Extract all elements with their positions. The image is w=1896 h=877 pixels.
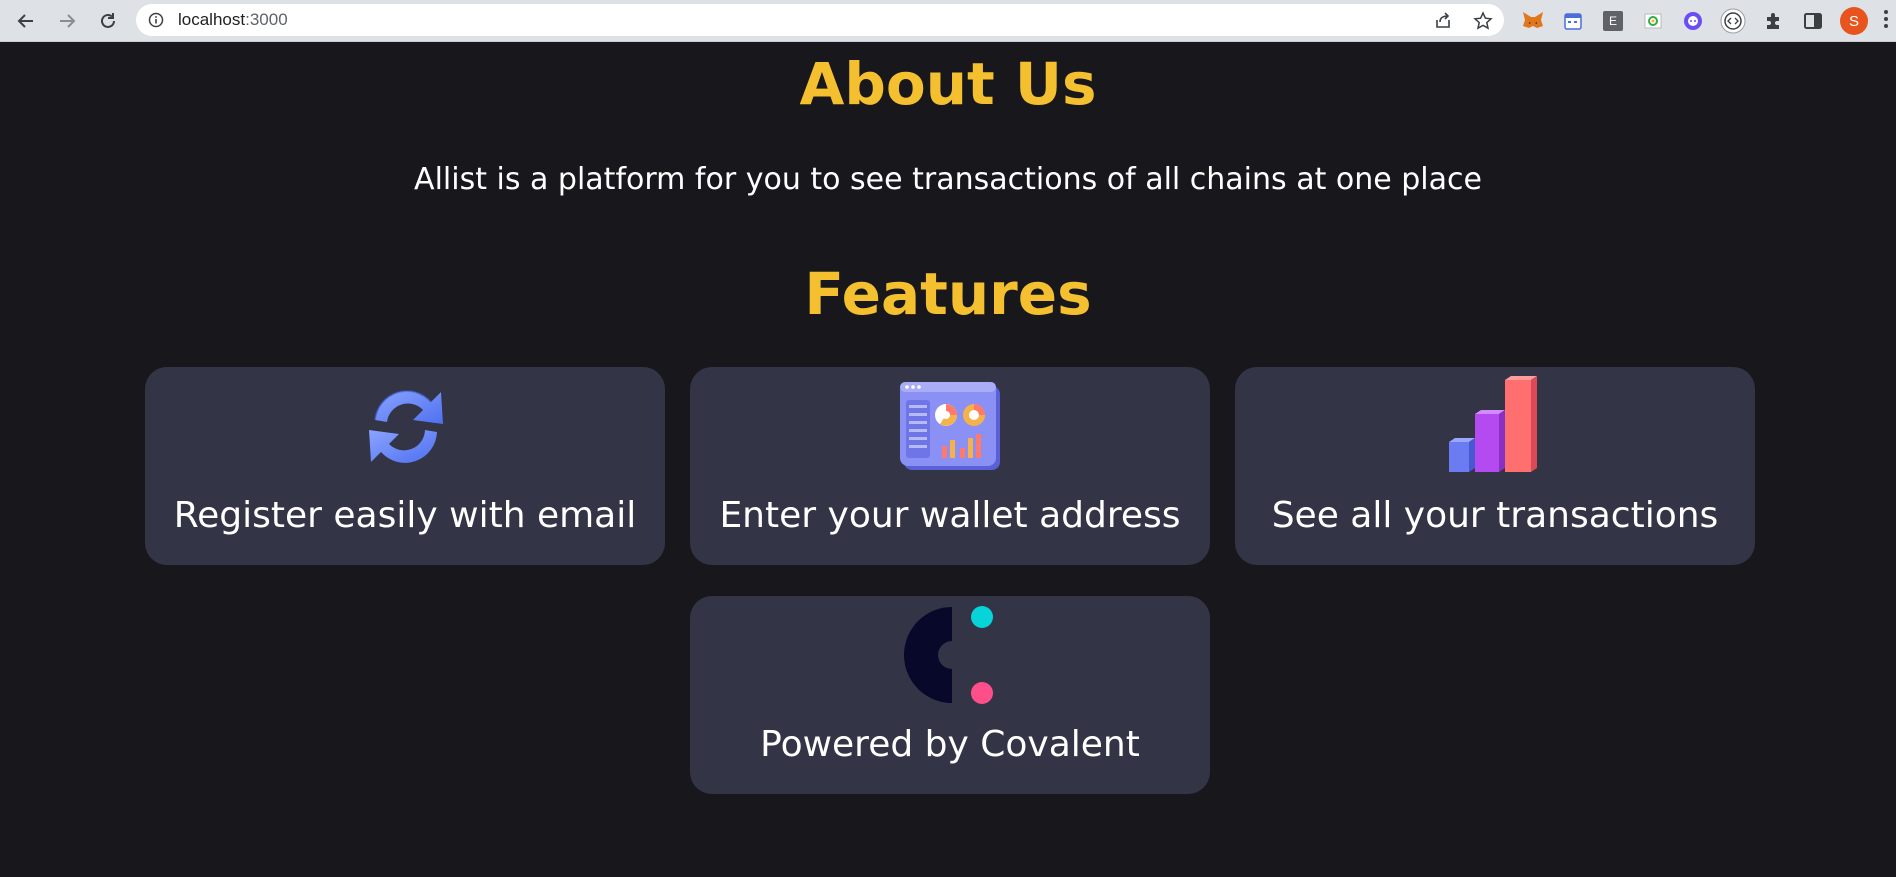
code-extension-icon[interactable] xyxy=(1720,8,1746,34)
bar-chart-3d-icon xyxy=(1235,371,1755,481)
feature-label: See all your transactions xyxy=(1271,495,1719,536)
reload-button[interactable] xyxy=(94,7,122,35)
reload-icon xyxy=(101,13,115,28)
refresh-arrows-icon xyxy=(145,371,665,481)
bookmark-star-icon[interactable] xyxy=(1472,10,1494,32)
url-port: :3000 xyxy=(245,10,288,29)
feature-card-covalent: Powered by Covalent xyxy=(690,596,1210,794)
dashboard-window-icon xyxy=(690,371,1210,481)
forward-button[interactable] xyxy=(53,7,81,35)
covalent-logo-icon xyxy=(690,600,1210,710)
calendar-extension-icon[interactable] xyxy=(1560,8,1586,34)
forward-arrow-icon xyxy=(60,14,76,28)
about-description: Allist is a platform for you to see tran… xyxy=(414,162,1482,197)
back-button[interactable] xyxy=(12,7,40,35)
chat-extension-icon[interactable] xyxy=(1680,8,1706,34)
feature-label: Powered by Covalent xyxy=(760,724,1140,765)
profile-avatar[interactable]: S xyxy=(1840,7,1868,35)
feature-label: Register easily with email xyxy=(173,495,637,536)
metamask-extension-icon[interactable] xyxy=(1520,8,1546,34)
feature-card-transactions: See all your transactions xyxy=(1235,367,1755,565)
url-text: localhost:3000 xyxy=(178,10,288,30)
features-heading: Features xyxy=(804,260,1092,328)
map-extension-icon[interactable] xyxy=(1640,8,1666,34)
side-panel-icon[interactable] xyxy=(1800,8,1826,34)
share-icon[interactable] xyxy=(1432,10,1454,32)
feature-card-wallet: Enter your wallet address xyxy=(690,367,1210,565)
more-menu-icon[interactable] xyxy=(1884,10,1890,32)
address-bar[interactable]: localhost:3000 xyxy=(136,4,1504,36)
url-host: localhost xyxy=(178,10,246,29)
puzzle-extensions-icon[interactable] xyxy=(1760,8,1786,34)
feature-label: Enter your wallet address xyxy=(719,495,1181,536)
e-extension-label: E xyxy=(1603,11,1623,31)
feature-card-register: Register easily with email xyxy=(145,367,665,565)
browser-toolbar: localhost:3000 E S xyxy=(0,0,1896,42)
back-arrow-icon xyxy=(17,14,33,28)
about-us-heading: About Us xyxy=(799,50,1097,118)
e-extension-icon[interactable]: E xyxy=(1600,8,1626,34)
site-info-icon[interactable] xyxy=(148,12,164,32)
